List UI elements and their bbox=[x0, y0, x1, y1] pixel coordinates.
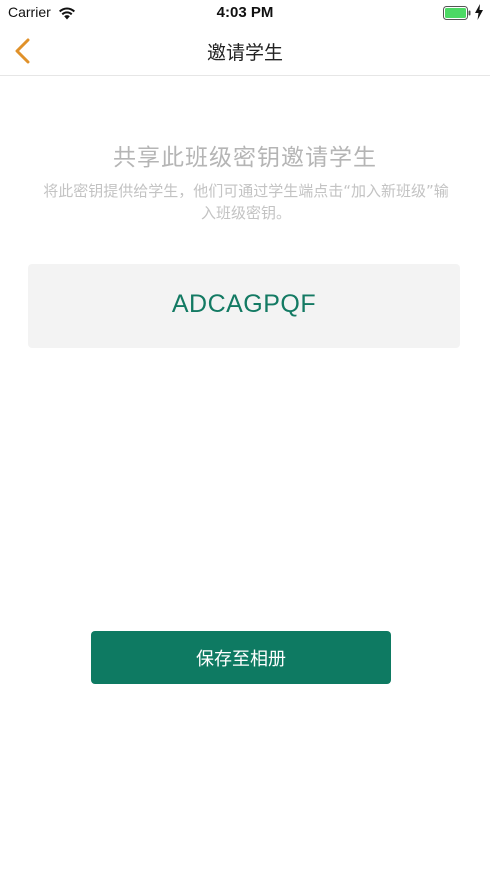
save-to-album-button[interactable]: 保存至相册 bbox=[91, 631, 391, 684]
navigation-bar: 邀请学生 bbox=[0, 26, 490, 76]
lightning-icon bbox=[474, 4, 484, 20]
battery-full-icon bbox=[443, 5, 471, 20]
clock-time: 4:03 PM bbox=[216, 4, 274, 21]
page-title: 邀请学生 bbox=[206, 42, 283, 64]
invite-headline: 共享此班级密钥邀请学生 bbox=[113, 145, 377, 171]
class-key-card: ADCAGPQF bbox=[28, 264, 460, 348]
status-bar: Carrier 4:03 PM bbox=[0, 0, 490, 26]
class-key-value: ADCAGPQF bbox=[171, 290, 317, 318]
invite-description: 将此密钥提供给学生，他们可通过学生端点击“加入新班级”输入班级密钥。 bbox=[43, 182, 449, 222]
